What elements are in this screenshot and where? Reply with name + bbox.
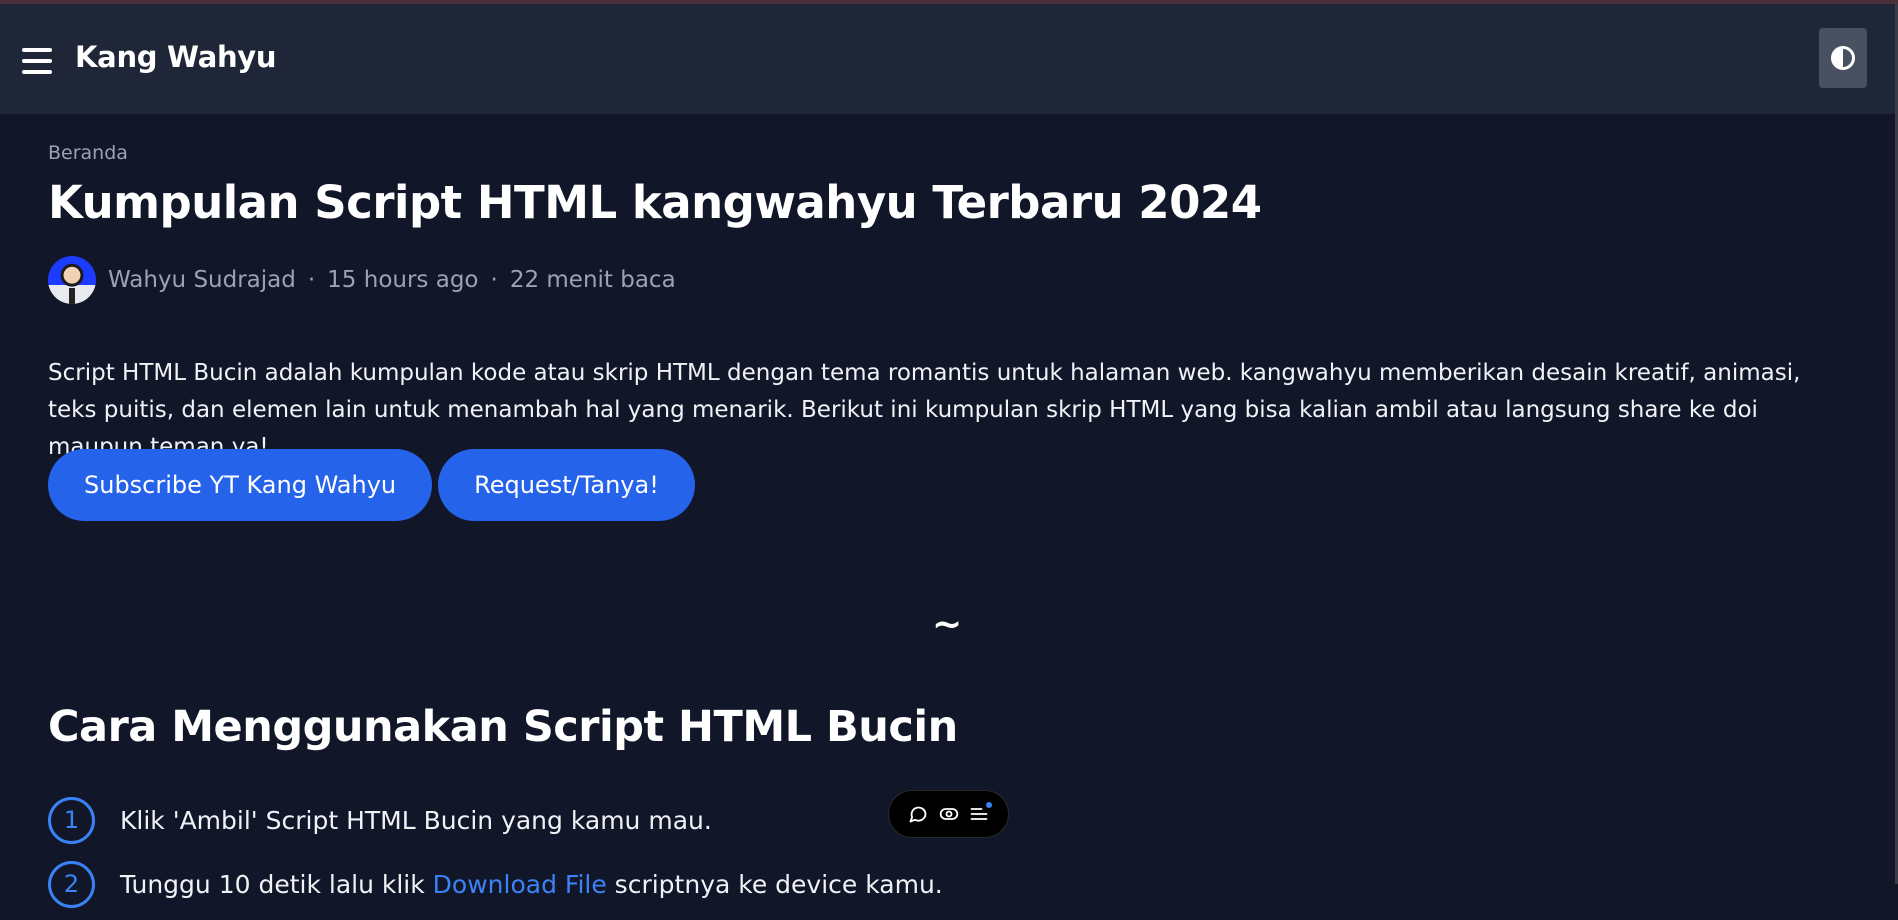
steps-list: 1 Klik 'Ambil' Script HTML Bucin yang ka… — [48, 792, 1248, 920]
list-icon[interactable] — [968, 802, 992, 825]
list-item: 1 Klik 'Ambil' Script HTML Bucin yang ka… — [48, 792, 1248, 848]
site-brand[interactable]: Kang Wahyu — [75, 40, 277, 74]
menu-icon[interactable] — [22, 48, 52, 74]
section-title: Cara Menggunakan Script HTML Bucin — [48, 702, 958, 752]
eye-icon[interactable] — [938, 803, 960, 825]
comment-icon[interactable] — [907, 803, 929, 825]
section-divider: ~ — [932, 604, 963, 645]
step-number: 1 — [48, 796, 95, 844]
action-buttons: Subscribe YT Kang Wahyu Request/Tanya! — [48, 449, 695, 521]
avatar — [48, 256, 96, 304]
step-text-before: Tunggu 10 detik lalu klik — [120, 869, 433, 899]
page-title: Kumpulan Script HTML kangwahyu Terbaru 2… — [48, 176, 1262, 229]
notification-dot — [985, 802, 992, 808]
list-item: 2 Tunggu 10 detik lalu klik Download Fil… — [48, 856, 1248, 912]
step-number: 2 — [48, 860, 95, 908]
floating-toolbar — [888, 790, 1009, 838]
step-text-after: scriptnya ke device kamu. — [606, 869, 943, 899]
site-header: Kang Wahyu — [0, 4, 1895, 114]
meta-separator: · — [307, 267, 316, 293]
download-file-link[interactable]: Download File — [433, 870, 607, 899]
contrast-icon — [1831, 46, 1855, 70]
step-text: Tunggu 10 detik lalu klik Download File … — [120, 870, 943, 899]
subscribe-button[interactable]: Subscribe YT Kang Wahyu — [48, 449, 433, 521]
request-button[interactable]: Request/Tanya! — [438, 449, 695, 521]
article-meta: Wahyu Sudrajad · 15 hours ago · 22 menit… — [48, 256, 676, 304]
meta-separator: · — [490, 267, 498, 293]
theme-toggle-button[interactable] — [1819, 28, 1867, 88]
step-text: Klik 'Ambil' Script HTML Bucin yang kamu… — [120, 805, 712, 835]
post-time: 15 hours ago — [327, 267, 479, 293]
read-time: 22 menit baca — [509, 267, 676, 293]
breadcrumb[interactable]: Beranda — [48, 142, 128, 164]
author-name[interactable]: Wahyu Sudrajad — [108, 267, 296, 293]
